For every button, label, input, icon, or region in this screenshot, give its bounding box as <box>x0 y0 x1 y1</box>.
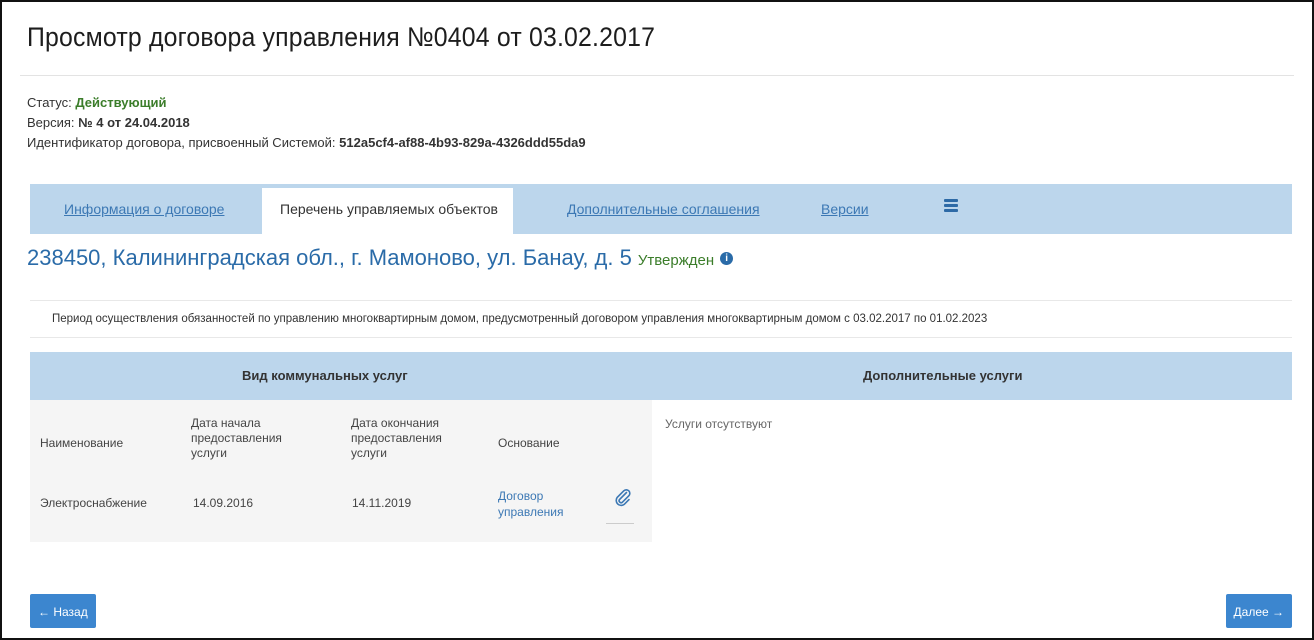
utilities-section-title: Вид коммунальных услуг <box>242 368 408 383</box>
divider <box>20 75 1294 76</box>
basis-link-line1[interactable]: Договор <box>498 488 563 504</box>
column-header-name: Наименование <box>40 436 124 450</box>
identifier-line: Идентификатор договора, присвоенный Сист… <box>27 135 586 150</box>
status-value: Действующий <box>75 95 167 110</box>
tab-additional-agreements[interactable]: Дополнительные соглашения <box>567 201 760 217</box>
cell-end-date: 14.11.2019 <box>352 496 412 510</box>
basis-link[interactable]: Договор управления <box>498 488 563 520</box>
tab-contract-info[interactable]: Информация о договоре <box>64 201 224 217</box>
tab-managed-objects[interactable]: Перечень управляемых объектов <box>262 188 513 234</box>
attachment-icon[interactable] <box>613 488 633 508</box>
utilities-table <box>30 400 652 542</box>
version-line: Версия: № 4 от 24.04.2018 <box>27 115 190 130</box>
tab-bar: Информация о договоре Перечень управляем… <box>30 184 1292 234</box>
object-address: 238450, Калининградская обл., г. Мамонов… <box>27 245 632 270</box>
identifier-label: Идентификатор договора, присвоенный Сист… <box>27 135 336 150</box>
object-status: Утвержден <box>637 252 715 269</box>
identifier-value: 512a5cf4-af88-4b93-829a-4326ddd55da9 <box>339 135 586 150</box>
back-button[interactable]: ← Назад <box>30 594 96 628</box>
column-header-start-date: Дата начала предоставления услуги <box>191 416 282 460</box>
additional-section-title: Дополнительные услуги <box>863 368 1023 383</box>
status-line: Статус: Действующий <box>27 95 167 110</box>
divider <box>606 523 634 524</box>
page-title: Просмотр договора управления №0404 от 03… <box>27 22 656 52</box>
info-icon[interactable]: i <box>720 252 734 265</box>
object-address-line: 238450, Калининградская обл., г. Мамонов… <box>27 245 734 271</box>
next-button[interactable]: Далее → <box>1225 594 1292 628</box>
version-label: Версия: <box>27 115 75 130</box>
no-additional-services: Услуги отсутствуют <box>665 417 773 431</box>
management-period: Период осуществления обязанностей по упр… <box>30 300 1292 338</box>
tab-versions[interactable]: Версии <box>821 201 869 217</box>
menu-icon[interactable] <box>944 199 958 213</box>
cell-start-date: 14.09.2016 <box>193 496 254 510</box>
cell-service-name: Электроснабжение <box>40 496 147 510</box>
column-header-end-date: Дата окончания предоставления услуги <box>351 416 442 460</box>
version-value: № 4 от 24.04.2018 <box>78 115 190 130</box>
basis-link-line2[interactable]: управления <box>498 504 563 520</box>
services-header: Вид коммунальных услуг Дополнительные ус… <box>30 352 1292 400</box>
column-header-basis: Основание <box>498 436 560 450</box>
window: Просмотр договора управления №0404 от 03… <box>0 0 1314 640</box>
status-label: Статус: <box>27 95 72 110</box>
